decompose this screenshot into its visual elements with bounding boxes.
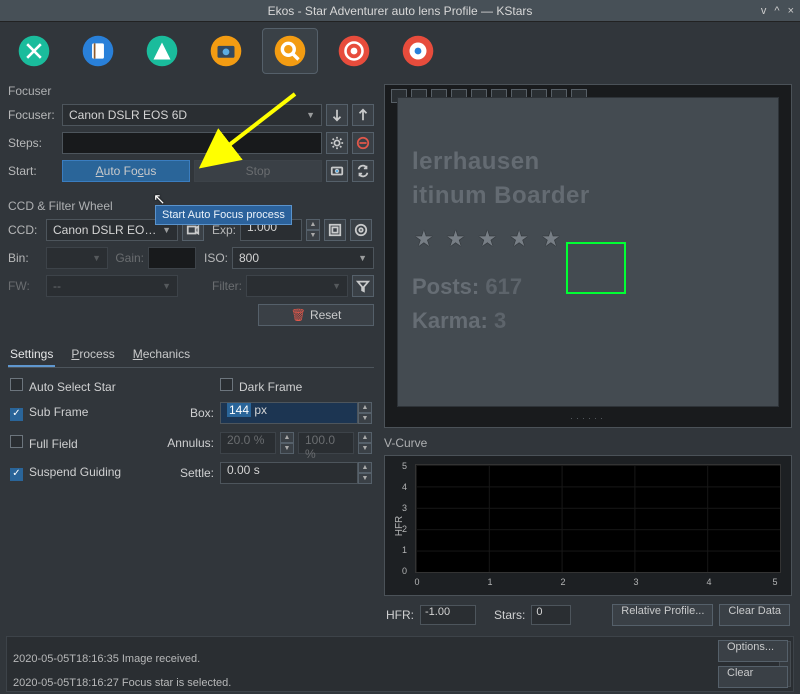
clear-data-button[interactable]: Clear Data (719, 604, 790, 626)
stop-icon[interactable] (352, 132, 374, 154)
box-label: Box: (160, 406, 220, 420)
star-icon: ★ (446, 226, 466, 252)
star-icon: ★ (541, 226, 561, 252)
settle-label: Settle: (160, 466, 220, 480)
module-guide[interactable] (390, 28, 446, 74)
close-icon[interactable]: × (788, 5, 794, 17)
focuser-label: Focuser: (8, 108, 58, 122)
iso-label: ISO: (200, 251, 228, 265)
auto-focus-tooltip: Start Auto Focus process (155, 205, 292, 225)
full-field-check[interactable]: Full Field (10, 435, 160, 451)
hfr-value: -1.00 (420, 605, 476, 625)
chevron-down-icon: ▼ (306, 110, 315, 120)
titlebar: Ekos - Star Adventurer auto lens Profile… (0, 0, 800, 22)
focuser-combo[interactable]: Canon DSLR EOS 6D▼ (62, 104, 322, 126)
exp-spinner[interactable]: ▲▼ (306, 219, 320, 241)
vcurve-title: V-Curve (382, 432, 794, 453)
filter-settings-button[interactable] (352, 275, 374, 297)
minimize-icon[interactable]: v (761, 5, 767, 17)
preview-area[interactable]: lerrhausen itinum Boarder ★ ★ ★ ★ ★ Post… (384, 84, 792, 428)
settle-spinner[interactable]: ▲▼ (358, 462, 372, 484)
dark-frame-check[interactable]: Dark Frame (220, 378, 372, 394)
log-area[interactable]: 2020-05-05T18:16:35 Image received. 2020… (6, 636, 794, 692)
framing-button[interactable] (326, 160, 348, 182)
chevron-down-icon: ▼ (332, 281, 341, 291)
relative-profile-button[interactable]: Relative Profile... (612, 604, 713, 626)
tab-mechanics[interactable]: Mechanics (131, 343, 192, 367)
module-capture[interactable] (198, 28, 254, 74)
chevron-down-icon: ▼ (162, 281, 171, 291)
star-icon: ★ (477, 226, 497, 252)
gain-label: Gain: (112, 251, 144, 265)
ccd-label: CCD: (8, 223, 42, 237)
maximize-icon[interactable]: ^ (774, 5, 779, 17)
subframe-icon[interactable] (324, 219, 346, 241)
steps-input[interactable] (62, 132, 322, 154)
stop-button: Stop (194, 160, 322, 182)
start-label: Start: (8, 164, 58, 178)
stars-value: 0 (531, 605, 571, 625)
annulus-inner-input: 20.0 % (220, 432, 276, 454)
box-spinner[interactable]: ▲▼ (358, 402, 372, 424)
sub-frame-check[interactable]: ✓Sub Frame (10, 405, 160, 421)
fullframe-icon[interactable] (350, 219, 372, 241)
annulus-outer-input: 100.0 % (298, 432, 354, 454)
log-line: 2020-05-05T18:16:35 Image received. (13, 653, 200, 665)
iso-combo[interactable]: 800▼ (232, 247, 374, 269)
focuser-group-title: Focuser (6, 80, 376, 101)
options-button[interactable]: Options... (718, 640, 788, 662)
focus-in-button[interactable] (326, 104, 348, 126)
trash-icon: 🗑 (291, 308, 306, 322)
log-line: 2020-05-05T18:16:27 Focus star is select… (13, 677, 231, 689)
bin-label: Bin: (8, 251, 42, 265)
annulus-outer-spin: ▲▼ (358, 432, 372, 454)
tab-process[interactable]: Process (69, 343, 116, 367)
gain-input (148, 247, 196, 269)
resize-handle-icon[interactable]: ······ (570, 413, 606, 423)
module-scheduler[interactable] (70, 28, 126, 74)
settle-input[interactable]: 0.00 s (220, 462, 358, 484)
suspend-guiding-check[interactable]: ✓Suspend Guiding (10, 465, 160, 481)
steps-label: Steps: (8, 136, 58, 150)
fw-combo: --▼ (46, 275, 178, 297)
filter-label: Filter: (208, 279, 242, 293)
vcurve-chart: HFR 5 4 3 2 1 0 0 1 2 3 4 5 (384, 455, 792, 596)
bin-combo: ▼ (46, 247, 108, 269)
fw-label: FW: (8, 279, 42, 293)
loop-button[interactable] (352, 160, 374, 182)
tab-settings[interactable]: Settings (8, 343, 55, 367)
module-align[interactable] (326, 28, 382, 74)
auto-focus-button[interactable]: Auto Focus (62, 160, 190, 182)
gear-icon[interactable] (326, 132, 348, 154)
reset-button[interactable]: 🗑 Reset (258, 304, 374, 326)
module-mount[interactable] (134, 28, 190, 74)
annulus-label: Annulus: (160, 436, 220, 450)
tabs: Settings Process Mechanics (8, 343, 374, 368)
chevron-down-icon: ▼ (162, 225, 171, 235)
stars-label: Stars: (494, 608, 525, 622)
window-title: Ekos - Star Adventurer auto lens Profile… (268, 4, 533, 18)
annulus-inner-spin: ▲▼ (280, 432, 294, 454)
box-input[interactable]: 144 px (220, 402, 358, 424)
star-icon: ★ (509, 226, 529, 252)
module-focus[interactable] (262, 28, 318, 74)
module-setup[interactable] (6, 28, 62, 74)
focus-out-button[interactable] (352, 104, 374, 126)
module-toolbar (0, 22, 800, 78)
filter-combo: ▼ (246, 275, 348, 297)
hfr-label: HFR: (386, 608, 414, 622)
star-icon: ★ (414, 226, 434, 252)
exp-label: Exp: (208, 223, 236, 237)
clear-button[interactable]: Clear (718, 666, 788, 688)
chevron-down-icon: ▼ (358, 253, 367, 263)
chevron-down-icon: ▼ (92, 253, 101, 263)
focus-selection-box[interactable] (566, 242, 626, 294)
auto-select-star-check[interactable]: Auto Select Star (10, 378, 160, 394)
